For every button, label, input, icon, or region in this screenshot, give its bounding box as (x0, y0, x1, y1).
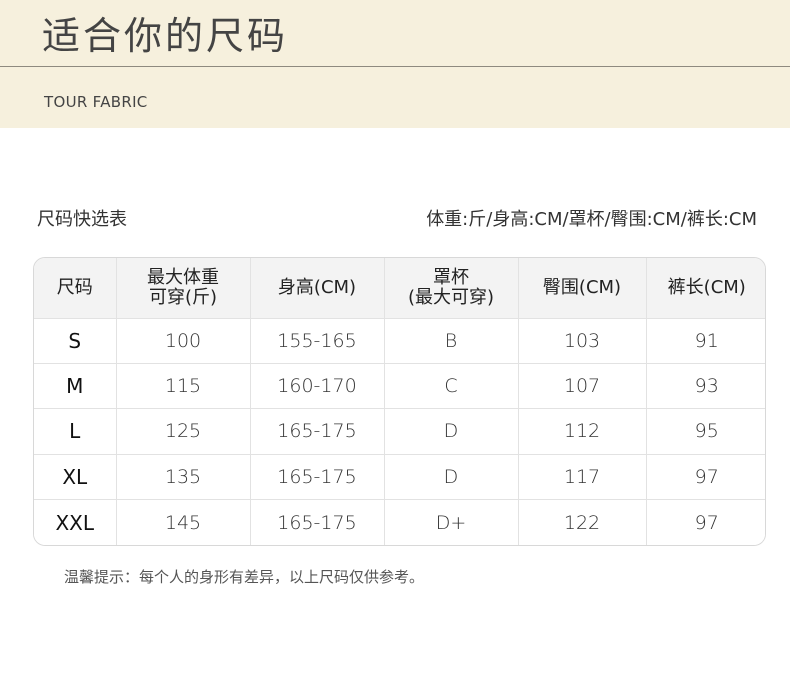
cell-pants-length: 97 (694, 511, 719, 534)
cell-hip: 117 (518, 454, 647, 501)
size-table: 尺码 最大体重 可穿(斤) 身高(CM) 罩杯 (最大可穿) 臀围(CM) 裤长(C… (33, 257, 766, 546)
cell-hip: 107 (518, 363, 647, 410)
cell-hip: 122 (518, 499, 647, 545)
brand-subtitle: TOUR FABRIC (44, 93, 148, 111)
cell-size: S (34, 318, 117, 364)
cell-pants-length: 95 (646, 408, 765, 455)
cell-weight: 125 (116, 408, 251, 455)
cell-weight: 135 (116, 454, 251, 501)
table-row: M 115 160-170 C 107 93 (34, 363, 765, 410)
cell-size: XXL (34, 499, 117, 545)
cell-height: 165-175 (250, 499, 385, 545)
units-note: 体重:斤/身高:CM/罩杯/臀围:CM/裤长:CM (426, 209, 757, 230)
cell-pants-length: 93 (646, 363, 765, 410)
cell-cup: D (384, 454, 519, 501)
cell-size: XL (34, 454, 117, 501)
table-row: L 125 165-175 D 112 95 (34, 408, 765, 455)
cell-weight: 145 (116, 499, 251, 545)
cell-cup: D (384, 408, 519, 455)
cell-height: 160-170 (250, 363, 385, 410)
cell-hip: 112 (518, 408, 647, 455)
cell-size: L (34, 408, 117, 455)
cell-height: 165-175 (250, 408, 385, 455)
table-row: XL 135 165-175 D 117 97 (34, 454, 765, 501)
sizing-tip: 温馨提示：每个人的身形有差异，以上尺码仅供参考。 (64, 568, 425, 586)
cell-pants-length: 97 (646, 454, 765, 501)
cell-weight: 115 (116, 363, 251, 410)
header-divider (0, 66, 790, 67)
header-max-weight: 最大体重 可穿(斤) (116, 258, 251, 319)
cell-cup: B (384, 318, 519, 364)
cell-cup: C (384, 363, 519, 410)
cell-weight: 100 (116, 318, 251, 364)
header-pants-length: 裤长(CM) (646, 258, 765, 319)
cell-hip: 103 (518, 318, 647, 364)
cell-height: 155-165 (250, 318, 385, 364)
header-cup: 罩杯 (最大可穿) (384, 258, 519, 319)
table-header-row: 尺码 最大体重 可穿(斤) 身高(CM) 罩杯 (最大可穿) 臀围(CM) 裤长(C… (34, 258, 765, 319)
cell-pants-length: 91 (646, 318, 765, 364)
cell-size: M (34, 363, 117, 410)
cell-height: 165-175 (250, 454, 385, 501)
header-banner: 适合你的尺码 TOUR FABRIC (0, 0, 790, 128)
header-hip: 臀围(CM) (518, 258, 647, 319)
page-title: 适合你的尺码 (42, 14, 289, 58)
size-chart-title: 尺码快选表 (37, 209, 127, 230)
header-size: 尺码 (34, 258, 117, 319)
table-row: S 100 155-165 B 103 91 (34, 318, 765, 364)
cell-cup: D+ (384, 499, 519, 545)
table-row: XXL 145 165-175 D+ 122 97 (34, 499, 765, 545)
header-height: 身高(CM) (250, 258, 385, 319)
